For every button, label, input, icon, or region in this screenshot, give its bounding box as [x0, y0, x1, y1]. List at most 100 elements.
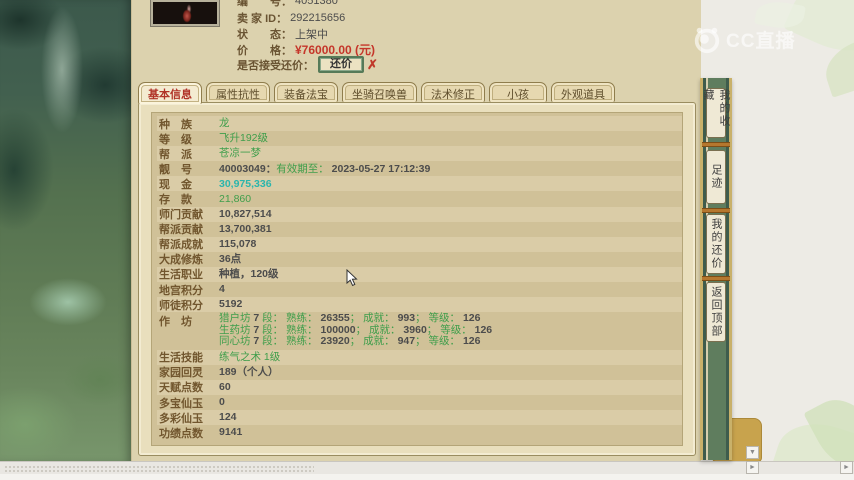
info-row-value: 飞升192级: [219, 132, 268, 145]
info-row-label: 帮派成就: [159, 236, 211, 252]
hscroll-right-arrow-button[interactable]: ►: [840, 461, 853, 474]
watermark-text: CC直播: [726, 26, 795, 53]
info-row-label: 地宫积分: [159, 282, 211, 298]
seller-info-row: 状 态：上架中: [237, 26, 328, 42]
left-scenery-background: [0, 0, 131, 462]
bargain-button[interactable]: 还价: [318, 56, 364, 73]
info-row-value: 0: [219, 396, 225, 409]
scroll-down-arrow-button[interactable]: ▼: [746, 446, 759, 459]
seller-row-value: 292215656: [290, 12, 345, 24]
value-line: 40003049：有效期至： 2023-05-27 17:12:39: [219, 163, 430, 175]
value-line: 30,975,336: [219, 178, 272, 190]
info-row-value: 60: [219, 381, 231, 394]
info-row-label: 帮派贡献: [159, 221, 211, 237]
info-row-value: 练气之术 1级: [219, 351, 280, 364]
info-row-value: 124: [219, 411, 237, 424]
info-row: 师门贡献 10,827,514: [157, 207, 682, 222]
info-row-label: 家园回灵: [159, 364, 211, 380]
seller-row-label: 卖 家 ID：: [237, 10, 287, 26]
tab-外观道具[interactable]: 外观道具: [551, 82, 615, 102]
info-row: 存 款 21,860: [157, 191, 682, 206]
info-row-label: 师门贡献: [159, 206, 211, 222]
value-line: 飞升192级: [219, 132, 268, 144]
info-row-value: 10,827,514: [219, 208, 272, 221]
tab-属性抗性[interactable]: 属性抗性: [206, 82, 270, 102]
value-line: 60: [219, 381, 231, 393]
seller-row-label: 编 号：: [237, 0, 292, 9]
info-row-value: 189（个人）: [219, 366, 279, 379]
info-row-label: 多彩仙玉: [159, 410, 211, 426]
tab-基本信息[interactable]: 基本信息: [138, 82, 202, 104]
info-row: 作 坊猎户坊 7 段： 熟练： 26355； 成就： 993； 等级： 126生…: [157, 312, 682, 350]
sidebar-button-我的还价[interactable]: 我的还价: [706, 214, 726, 274]
info-row-label: 多宝仙玉: [159, 395, 211, 411]
info-row: 天赋点数60: [157, 380, 682, 395]
value-line: 龙: [219, 117, 230, 129]
value-line: 10,827,514: [219, 208, 272, 220]
info-row: 靓 号40003049：有效期至： 2023-05-27 17:12:39: [157, 161, 682, 176]
bamboo-joint: [702, 276, 730, 281]
info-row-value: 13,700,381: [219, 223, 272, 236]
info-row-label: 现 金: [159, 176, 211, 192]
sidebar-button-返回顶部[interactable]: 返回顶部: [706, 282, 726, 342]
bamboo-sidebar: 我的收藏足迹我的还价返回顶部: [700, 78, 732, 460]
info-row: 家园回灵 189（个人）: [157, 365, 682, 380]
info-row-value: 5192: [219, 298, 242, 311]
info-row: 帮 派苍凉一梦: [157, 146, 682, 161]
value-line: 36点: [219, 253, 241, 265]
value-line: 苍凉一梦: [219, 147, 261, 159]
info-row-label: 功绩点数: [159, 425, 211, 441]
info-row: 师徒积分5192: [157, 297, 682, 312]
page-bottom-strip: [0, 474, 854, 480]
main-content-column: 编 号：4051380卖 家 ID：292215656状 态：上架中价 格：¥7…: [131, 0, 701, 462]
sidebar-button-足迹[interactable]: 足迹: [706, 150, 726, 204]
basic-info-table: 种 族龙等 级飞升192级帮 派苍凉一梦靓 号40003049：有效期至： 20…: [151, 112, 683, 446]
scrollbar-texture: [4, 465, 314, 472]
tab-装备法宝[interactable]: 装备法宝: [274, 82, 338, 102]
info-row-value: 猎户坊 7 段： 熟练： 26355； 成就： 993； 等级： 126生药坊 …: [219, 313, 492, 348]
value-line: 189（个人）: [219, 366, 279, 378]
basic-info-panel: 种 族龙等 级飞升192级帮 派苍凉一梦靓 号40003049：有效期至： 20…: [138, 102, 696, 456]
seller-info-row: 卖 家 ID：292215656: [237, 10, 345, 26]
tab-法术修正[interactable]: 法术修正: [421, 82, 485, 102]
info-row-value: 21,860: [219, 193, 251, 206]
seller-row-label: 状 态：: [237, 26, 292, 42]
sidebar-button-我的收藏[interactable]: 我的收藏: [706, 88, 726, 138]
value-line: 124: [219, 411, 237, 423]
tab-坐骑召唤兽[interactable]: 坐骑召唤兽: [342, 82, 417, 102]
info-row-value: 115,078: [219, 238, 256, 251]
info-row-value: 9141: [219, 426, 242, 439]
tab-bar: 基本信息属性抗性装备法宝坐骑召唤兽法术修正小孩外观道具: [138, 82, 615, 104]
info-row-value: 36点: [219, 253, 241, 266]
seller-info-row: 编 号：4051380: [237, 0, 338, 9]
bargain-rejected-x-icon: ✗: [367, 57, 378, 73]
horizontal-scrollbar[interactable]: [0, 461, 854, 474]
info-row: 功绩点数 9141: [157, 425, 682, 440]
seller-row-value: 4051380: [295, 0, 338, 7]
value-line: 13,700,381: [219, 223, 272, 235]
info-row-label: 种 族: [159, 116, 211, 132]
mouse-cursor: [346, 269, 358, 292]
bargain-label: 是否接受还价：: [237, 57, 314, 73]
info-row-label: 等 级: [159, 131, 211, 147]
info-row-label: 大成修炼: [159, 251, 211, 267]
info-row: 多彩仙玉 124: [157, 410, 682, 425]
info-row: 现 金 30,975,336: [157, 176, 682, 191]
scroll-right-arrow-button[interactable]: ►: [746, 461, 759, 474]
info-row-label: 作 坊: [159, 313, 211, 329]
cc-live-watermark: CC直播: [692, 24, 795, 54]
value-line: 4: [219, 283, 225, 295]
value-line: 115,078: [219, 238, 256, 250]
seller-row-value: 上架中: [295, 26, 328, 42]
info-row-value: 40003049：有效期至： 2023-05-27 17:12:39: [219, 163, 430, 176]
bamboo-joint: [702, 142, 730, 147]
value-line: 练气之术 1级: [219, 351, 280, 363]
info-row: 种 族龙: [157, 116, 682, 131]
info-row: 地宫积分 4: [157, 282, 682, 297]
character-figure: [179, 4, 195, 24]
tab-小孩[interactable]: 小孩: [489, 82, 547, 102]
cc-live-logo-icon: [692, 24, 722, 54]
character-portrait: [151, 0, 219, 26]
info-row-label: 存 款: [159, 191, 211, 207]
info-row: 等 级飞升192级: [157, 131, 682, 146]
